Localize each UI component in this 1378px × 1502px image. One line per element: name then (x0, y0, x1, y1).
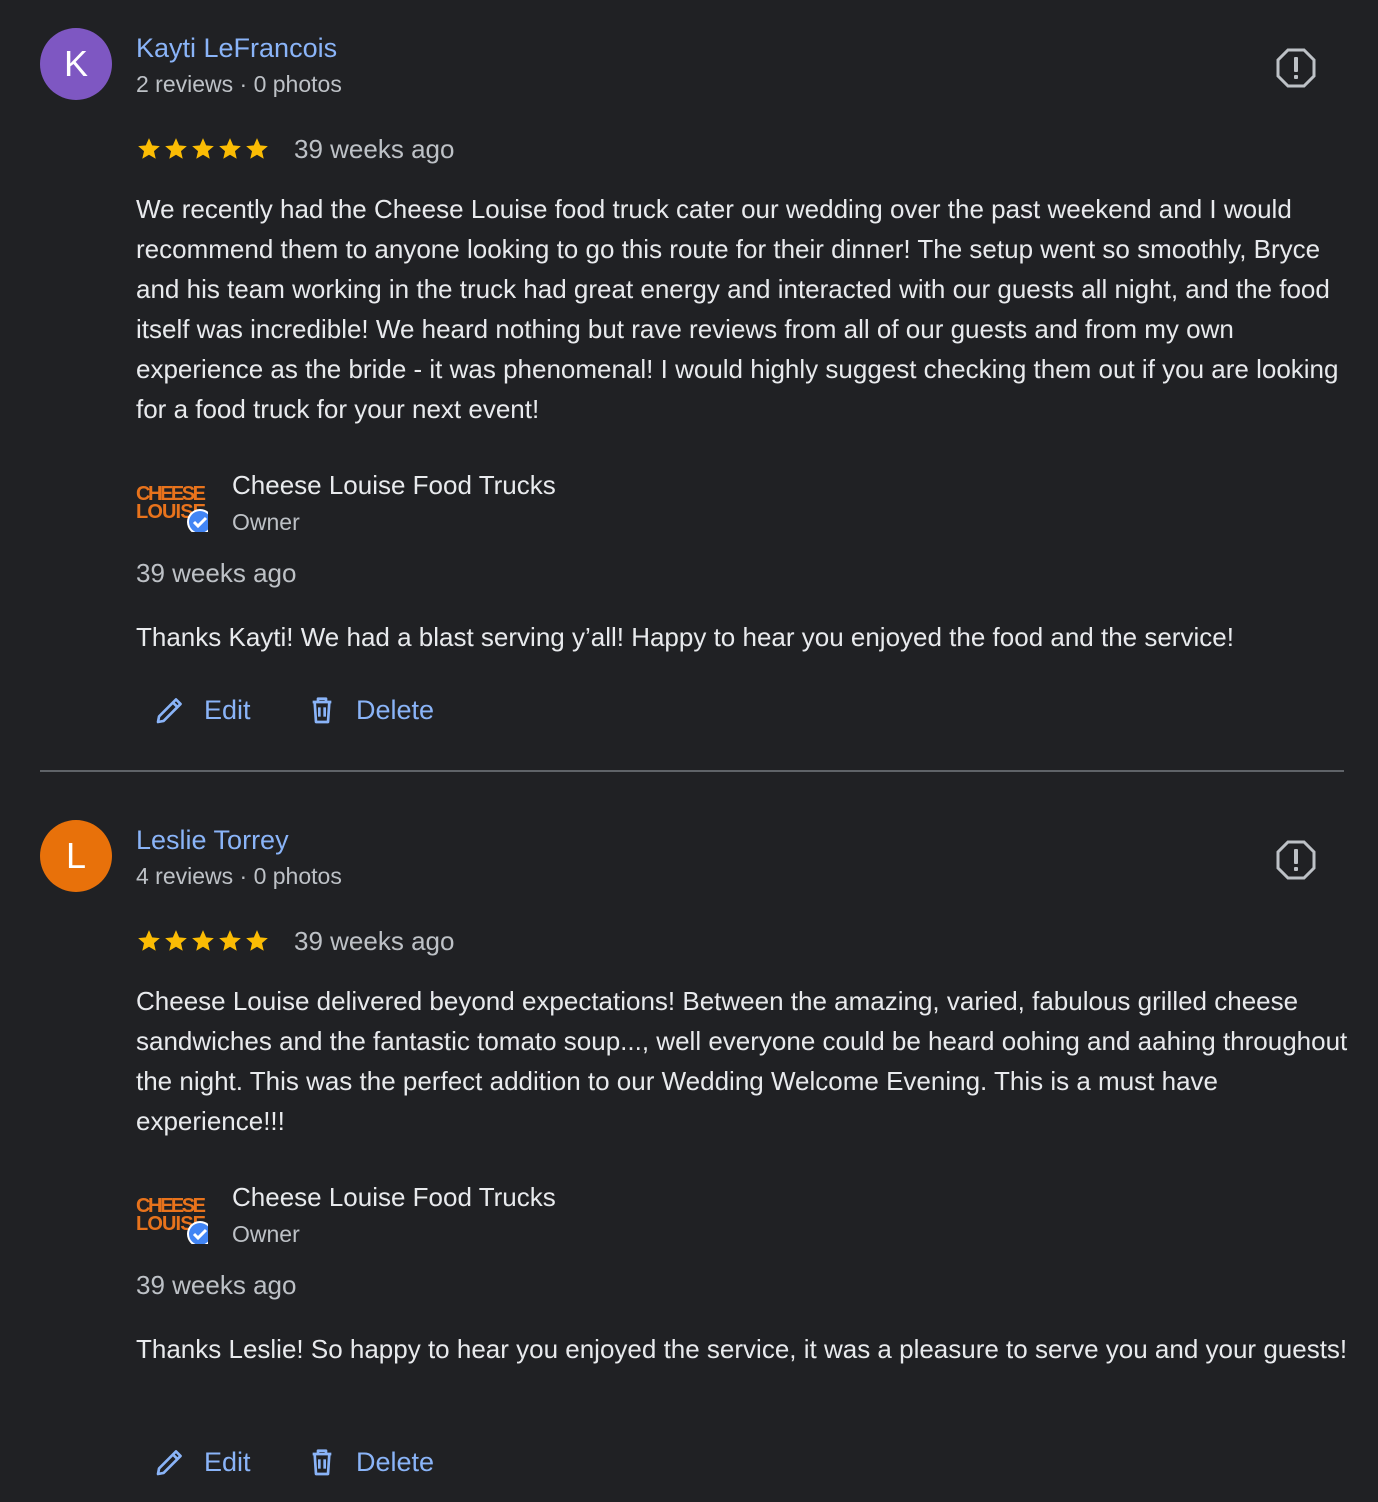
star-icon (192, 138, 214, 159)
review-text: Cheese Louise delivered beyond expectati… (136, 986, 1348, 1136)
edit-label: Edit (204, 694, 251, 725)
owner-role: Owner (232, 1221, 300, 1247)
star-icon (165, 930, 187, 951)
owner-logo: CHEESE LOUISE (136, 1195, 208, 1244)
rating-row: 39 weeks ago (136, 133, 454, 165)
reply-date: 39 weeks ago (136, 1270, 297, 1300)
star-rating (136, 928, 270, 954)
report-flag-icon[interactable] (1276, 48, 1316, 88)
reviewer-meta: 2 reviews · 0 photos (136, 71, 342, 97)
edit-reply-button[interactable]: Edit (154, 1438, 251, 1486)
reviewer-name[interactable]: Kayti LeFrancois (136, 31, 337, 65)
pencil-icon (156, 698, 182, 724)
reviewer-meta: 4 reviews · 0 photos (136, 863, 342, 889)
star-icon (165, 138, 187, 159)
star-icon (138, 138, 160, 159)
trash-icon (312, 1449, 332, 1476)
reply-text: Thanks Kayti! We had a blast serving y’a… (136, 622, 1234, 652)
owner-name: Cheese Louise Food Trucks (232, 470, 556, 500)
edit-reply-button[interactable]: Edit (154, 686, 251, 734)
star-icon (219, 930, 241, 951)
owner-logo: CHEESE LOUISE (136, 483, 208, 532)
star-icon (219, 138, 241, 159)
star-icon (192, 930, 214, 951)
star-icon (138, 930, 160, 951)
avatar[interactable]: L (40, 820, 112, 892)
delete-reply-button[interactable]: Delete (306, 686, 434, 734)
pencil-icon (156, 1450, 182, 1476)
divider (40, 770, 1344, 772)
delete-label: Delete (356, 694, 435, 725)
reviewer-name[interactable]: Leslie Torrey (136, 823, 289, 857)
owner-name: Cheese Louise Food Trucks (232, 1182, 556, 1212)
reply-text: Thanks Leslie! So happy to hear you enjo… (136, 1334, 1348, 1364)
delete-label: Delete (356, 1446, 435, 1477)
reply-date: 39 weeks ago (136, 558, 297, 588)
rating-row: 39 weeks ago (136, 925, 454, 957)
star-icon (246, 930, 268, 951)
trash-icon (312, 697, 332, 724)
report-flag-icon[interactable] (1276, 840, 1316, 880)
avatar[interactable]: K (40, 28, 112, 100)
star-icon (246, 138, 268, 159)
edit-label: Edit (204, 1446, 251, 1477)
review-text: We recently had the Cheese Louise food t… (136, 194, 1339, 424)
owner-role: Owner (232, 509, 300, 535)
review-date: 39 weeks ago (294, 925, 455, 956)
review-date: 39 weeks ago (294, 133, 455, 164)
star-rating (136, 136, 270, 162)
delete-reply-button[interactable]: Delete (306, 1438, 434, 1486)
